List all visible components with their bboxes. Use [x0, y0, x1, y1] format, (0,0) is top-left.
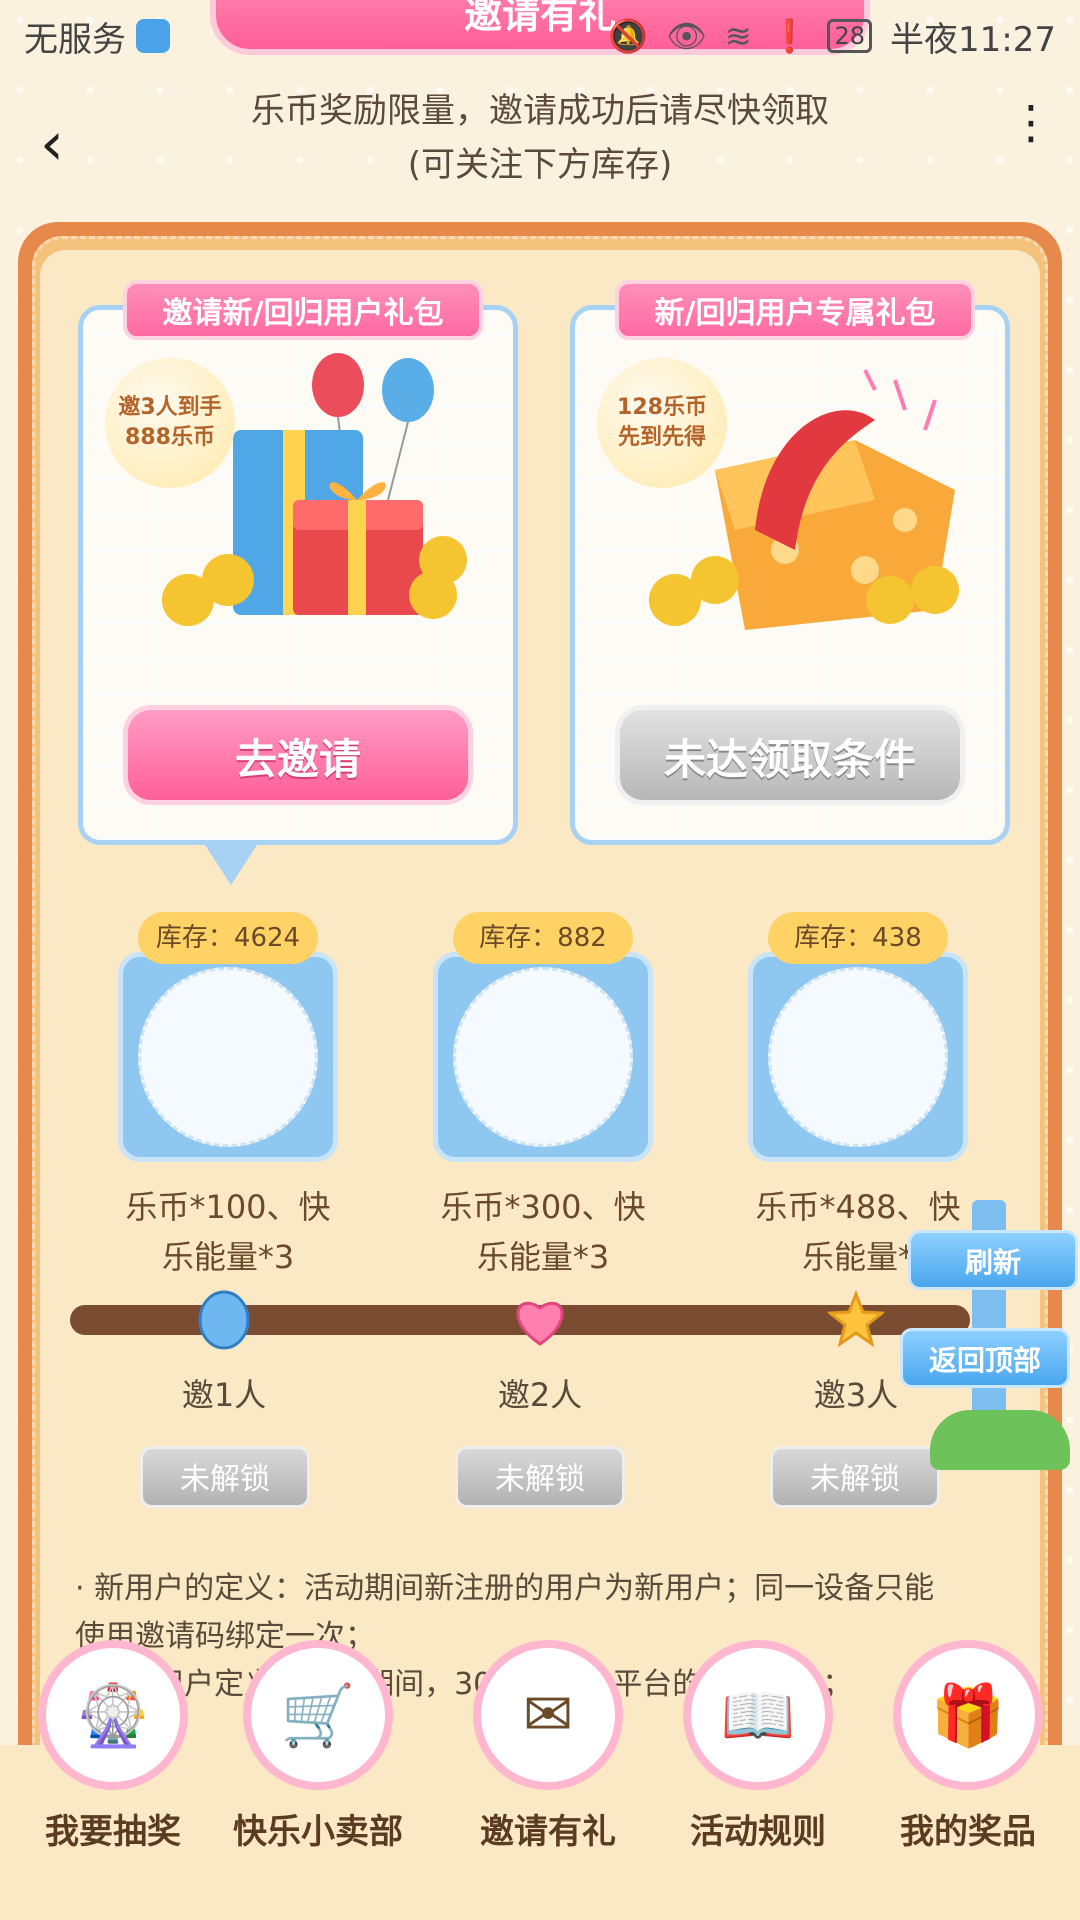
bush-decoration [930, 1410, 1070, 1470]
bubble-line-2: 先到先得 [617, 425, 706, 450]
reward-bubble: 邀3人到手 888乐币 [105, 358, 235, 488]
notice-line-1: 乐币奖励限量，邀请成功后请尽快领取 [251, 91, 829, 131]
stock-badge: 库存：882 [453, 912, 633, 964]
header: ‹ 乐币奖励限量，邀请成功后请尽快领取 (可关注下方库存) ⋮ [0, 72, 1080, 212]
nav-rules[interactable]: 📖 活动规则 [673, 1640, 843, 1853]
coin-bubble-icon [138, 967, 318, 1147]
reward-icon-box [433, 952, 653, 1162]
nav-label: 邀请有礼 [480, 1812, 616, 1852]
stock-badge: 库存：4624 [138, 912, 318, 964]
refresh-button[interactable]: 刷新 [908, 1230, 1078, 1290]
reward-desc-line-1: 乐币*300、快 [440, 1188, 646, 1226]
alert-icon: ❗ [769, 17, 810, 55]
more-options-icon[interactable]: ⋮ [1008, 99, 1054, 172]
nav-label: 快乐小卖部 [233, 1812, 403, 1852]
reward-desc-line-2: 乐能量*3 [161, 1238, 295, 1276]
shield-icon [136, 19, 170, 53]
stock-badge: 库存：438 [768, 912, 948, 964]
coin-bubble-icon [453, 967, 633, 1147]
blue-egg-icon [198, 1290, 250, 1350]
reward-tier: 库存：4624 乐币*100、快 乐能量*3 [108, 912, 348, 1282]
star-icon [828, 1290, 884, 1348]
reward-description: 乐币*300、快 乐能量*3 [423, 1182, 663, 1282]
battery-indicator: 28 [827, 19, 873, 53]
reward-icon-box [748, 952, 968, 1162]
invite-2-label: 邀2人 [497, 1376, 583, 1414]
go-invite-button[interactable]: 去邀请 [123, 705, 473, 805]
card-pointer [205, 845, 257, 885]
reward-icon-box [118, 952, 338, 1162]
bubble-line-1: 128乐币 [617, 395, 707, 420]
back-arrow-icon[interactable]: ‹ [40, 114, 100, 174]
coin-bubble-icon [768, 967, 948, 1147]
mute-icon: 🔕 [608, 17, 649, 55]
reward-description: 乐币*100、快 乐能量*3 [108, 1182, 348, 1282]
card-tag: 邀请新/回归用户礼包 [123, 280, 483, 340]
signpost: 刷新 返回顶部 [900, 1170, 1080, 1470]
cart-icon: 🛒 [243, 1640, 393, 1790]
notice-text: 乐币奖励限量，邀请成功后请尽快领取 (可关注下方库存) [150, 84, 930, 192]
locked-button[interactable]: 未解锁 [140, 1446, 310, 1508]
reward-bubble: 128乐币 先到先得 [597, 358, 727, 488]
nav-label: 我的奖品 [900, 1812, 1036, 1852]
rules-line-1: · 新用户的定义：活动期间新注册的用户为新用户；同一设备只能 [75, 1571, 935, 1606]
reward-desc-line-2: 乐能量*3 [476, 1238, 610, 1276]
gift-icon: 🎁 [893, 1640, 1043, 1790]
invite-gift-card: 邀请新/回归用户礼包 邀3人到手 888乐币 去邀请 [78, 280, 518, 845]
back-to-top-button[interactable]: 返回顶部 [900, 1328, 1070, 1388]
bubble-line-1: 邀3人到手 [118, 395, 222, 420]
book-icon: 📖 [683, 1640, 833, 1790]
nav-label: 我要抽奖 [45, 1812, 181, 1852]
nav-shop[interactable]: 🛒 快乐小卖部 [233, 1640, 403, 1853]
claim-disabled-button[interactable]: 未达领取条件 [615, 705, 965, 805]
locked-button[interactable]: 未解锁 [455, 1446, 625, 1508]
eye-icon: 👁 [666, 17, 707, 55]
invite-1-label: 邀1人 [181, 1376, 267, 1414]
clock-text: 半夜11:27 [890, 19, 1056, 60]
nav-lottery[interactable]: 🎡 我要抽奖 [28, 1640, 198, 1853]
nav-prizes[interactable]: 🎁 我的奖品 [883, 1640, 1053, 1853]
reward-tier: 库存：882 乐币*300、快 乐能量*3 [423, 912, 663, 1282]
card-tag: 新/回归用户专属礼包 [615, 280, 975, 340]
status-bar: 无服务 🔕 👁 ≋ ❗ 28 半夜11:27 [0, 0, 1080, 72]
status-right: 🔕 👁 ≋ ❗ 28 半夜11:27 [608, 12, 1056, 61]
nav-label: 活动规则 [690, 1812, 826, 1852]
invite-icon: ✉ [473, 1640, 623, 1790]
status-left: 无服务 [24, 12, 170, 61]
carrier-text: 无服务 [24, 19, 126, 60]
bubble-line-2: 888乐币 [125, 425, 215, 450]
notice-line-2: (可关注下方库存) [407, 145, 673, 185]
heart-icon [516, 1301, 564, 1346]
nav-invite[interactable]: ✉ 邀请有礼 [463, 1640, 633, 1853]
exclusive-gift-card: 新/回归用户专属礼包 128乐币 先到先得 未达领取条件 [570, 280, 1010, 845]
reward-desc-line-1: 乐币*100、快 [125, 1188, 331, 1226]
wheel-icon: 🎡 [38, 1640, 188, 1790]
wifi-icon: ≋ [724, 17, 752, 55]
